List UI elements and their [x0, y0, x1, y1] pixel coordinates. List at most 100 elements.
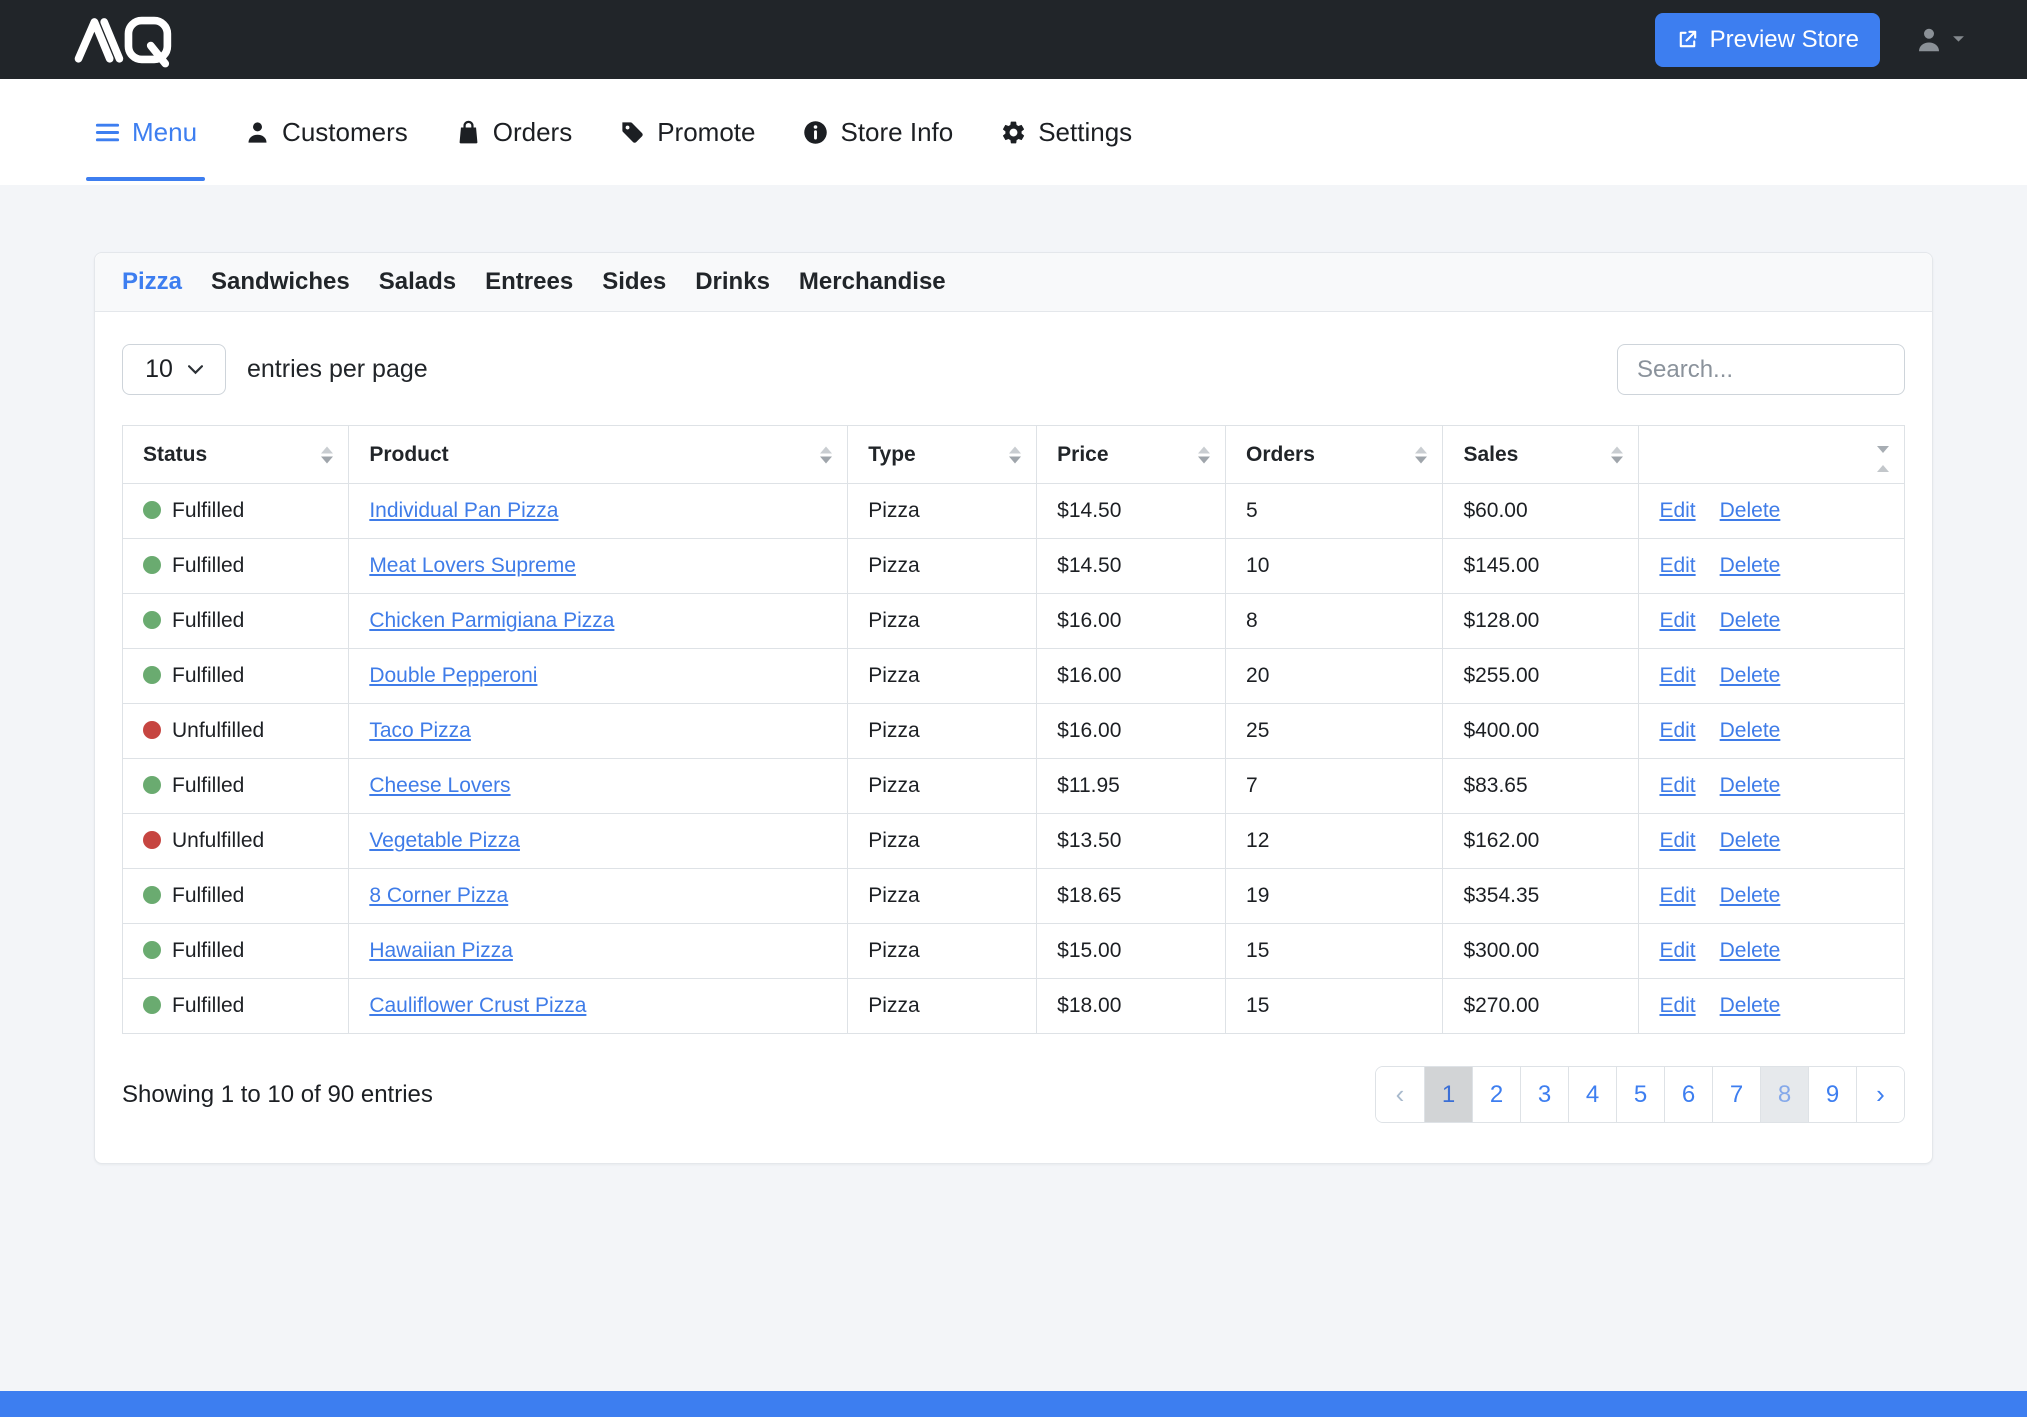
edit-link[interactable]: Edit	[1659, 719, 1695, 742]
status-label: Unfulfilled	[172, 829, 264, 852]
app-logo[interactable]	[66, 15, 184, 65]
column-header-sales[interactable]: Sales	[1443, 426, 1639, 484]
product-link[interactable]: 8 Corner Pizza	[369, 884, 508, 907]
entries-per-page-value: 10	[145, 355, 173, 384]
product-link[interactable]: Meat Lovers Supreme	[369, 554, 576, 577]
table-footer: Showing 1 to 10 of 90 entries ‹123456789…	[122, 1066, 1905, 1123]
pagination-page-9[interactable]: 9	[1808, 1067, 1856, 1122]
column-header-actions[interactable]	[1639, 426, 1905, 484]
delete-link[interactable]: Delete	[1720, 499, 1781, 522]
tab-pizza[interactable]: Pizza	[122, 268, 182, 296]
pagination-next[interactable]: ›	[1856, 1067, 1904, 1122]
sort-icon	[1611, 446, 1623, 463]
orders-cell: 5	[1226, 484, 1443, 539]
pagination-page-4[interactable]: 4	[1568, 1067, 1616, 1122]
tab-merchandise[interactable]: Merchandise	[799, 268, 946, 296]
column-header-price[interactable]: Price	[1037, 426, 1226, 484]
edit-link[interactable]: Edit	[1659, 499, 1695, 522]
edit-link[interactable]: Edit	[1659, 664, 1695, 687]
actions-cell: Edit Delete	[1639, 814, 1905, 869]
sort-icon	[321, 446, 333, 463]
preview-store-button[interactable]: Preview Store	[1655, 13, 1880, 67]
type-cell: Pizza	[848, 594, 1037, 649]
status-dot-icon	[143, 996, 161, 1014]
nav-item-menu[interactable]: Menu	[94, 79, 197, 185]
search-input[interactable]	[1617, 344, 1905, 395]
column-header-status[interactable]: Status	[123, 426, 349, 484]
actions-cell: Edit Delete	[1639, 594, 1905, 649]
pagination-page-3[interactable]: 3	[1520, 1067, 1568, 1122]
nav-item-store-info[interactable]: Store Info	[802, 79, 953, 185]
nav-item-promote[interactable]: Promote	[619, 79, 755, 185]
edit-link[interactable]: Edit	[1659, 884, 1695, 907]
status-dot-icon	[143, 611, 161, 629]
tag-icon	[619, 119, 646, 146]
column-header-product[interactable]: Product	[349, 426, 848, 484]
product-cell: Double Pepperoni	[349, 649, 848, 704]
edit-link[interactable]: Edit	[1659, 774, 1695, 797]
type-cell: Pizza	[848, 979, 1037, 1034]
status-dot-icon	[143, 556, 161, 574]
edit-link[interactable]: Edit	[1659, 994, 1695, 1017]
delete-link[interactable]: Delete	[1720, 664, 1781, 687]
status-cell: Fulfilled	[123, 924, 349, 979]
product-cell: Vegetable Pizza	[349, 814, 848, 869]
product-link[interactable]: Cauliflower Crust Pizza	[369, 994, 586, 1017]
bottom-bar	[0, 1391, 2027, 1417]
delete-link[interactable]: Delete	[1720, 719, 1781, 742]
table-row: Fulfilled Chicken Parmigiana Pizza Pizza…	[123, 594, 1905, 649]
pagination-prev[interactable]: ‹	[1376, 1067, 1424, 1122]
edit-link[interactable]: Edit	[1659, 939, 1695, 962]
product-link[interactable]: Vegetable Pizza	[369, 829, 520, 852]
tab-sides[interactable]: Sides	[602, 268, 666, 296]
price-cell: $14.50	[1037, 539, 1226, 594]
product-link[interactable]: Chicken Parmigiana Pizza	[369, 609, 614, 632]
orders-cell: 7	[1226, 759, 1443, 814]
tab-sandwiches[interactable]: Sandwiches	[211, 268, 350, 296]
pagination-page-1[interactable]: 1	[1424, 1067, 1472, 1122]
tab-drinks[interactable]: Drinks	[695, 268, 770, 296]
pagination-page-8[interactable]: 8	[1760, 1067, 1808, 1122]
actions-cell: Edit Delete	[1639, 649, 1905, 704]
product-cell: Chicken Parmigiana Pizza	[349, 594, 848, 649]
price-cell: $11.95	[1037, 759, 1226, 814]
entries-per-page-select[interactable]: 10	[122, 344, 226, 395]
nav-item-customers[interactable]: Customers	[244, 79, 408, 185]
edit-link[interactable]: Edit	[1659, 554, 1695, 577]
tab-salads[interactable]: Salads	[379, 268, 456, 296]
pagination-page-5[interactable]: 5	[1616, 1067, 1664, 1122]
product-link[interactable]: Individual Pan Pizza	[369, 499, 558, 522]
column-header-type[interactable]: Type	[848, 426, 1037, 484]
edit-link[interactable]: Edit	[1659, 829, 1695, 852]
product-link[interactable]: Hawaiian Pizza	[369, 939, 513, 962]
status-label: Fulfilled	[172, 609, 244, 632]
delete-link[interactable]: Delete	[1720, 884, 1781, 907]
pagination-page-6[interactable]: 6	[1664, 1067, 1712, 1122]
product-link[interactable]: Cheese Lovers	[369, 774, 510, 797]
delete-link[interactable]: Delete	[1720, 994, 1781, 1017]
nav-item-settings[interactable]: Settings	[1000, 79, 1132, 185]
pagination-page-2[interactable]: 2	[1472, 1067, 1520, 1122]
user-menu[interactable]	[1914, 25, 1965, 55]
delete-link[interactable]: Delete	[1720, 939, 1781, 962]
delete-link[interactable]: Delete	[1720, 609, 1781, 632]
status-cell: Fulfilled	[123, 649, 349, 704]
pagination-page-7[interactable]: 7	[1712, 1067, 1760, 1122]
external-link-icon	[1676, 28, 1699, 51]
table-row: Unfulfilled Taco Pizza Pizza $16.00 25 $…	[123, 704, 1905, 759]
sales-cell: $128.00	[1443, 594, 1639, 649]
edit-link[interactable]: Edit	[1659, 609, 1695, 632]
table-row: Fulfilled 8 Corner Pizza Pizza $18.65 19…	[123, 869, 1905, 924]
column-header-orders[interactable]: Orders	[1226, 426, 1443, 484]
delete-link[interactable]: Delete	[1720, 554, 1781, 577]
delete-link[interactable]: Delete	[1720, 829, 1781, 852]
tab-entrees[interactable]: Entrees	[485, 268, 573, 296]
product-link[interactable]: Double Pepperoni	[369, 664, 537, 687]
product-link[interactable]: Taco Pizza	[369, 719, 471, 742]
entries-per-page-label: entries per page	[247, 355, 428, 384]
delete-link[interactable]: Delete	[1720, 774, 1781, 797]
nav-label: Settings	[1038, 117, 1132, 148]
nav-item-orders[interactable]: Orders	[455, 79, 572, 185]
price-cell: $16.00	[1037, 704, 1226, 759]
product-cell: Individual Pan Pizza	[349, 484, 848, 539]
